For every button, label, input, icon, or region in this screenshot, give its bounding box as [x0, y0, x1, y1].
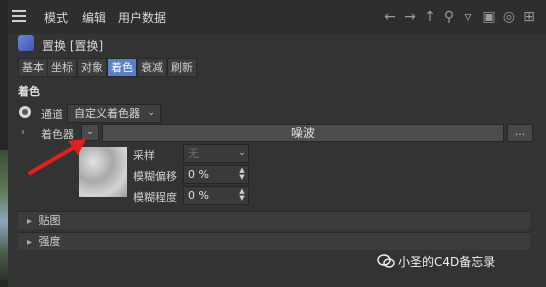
sampling-dropdown[interactable]: 无 ⌄ — [183, 144, 249, 163]
expand-icon: ▸ — [27, 237, 33, 248]
target-icon[interactable]: ◎ — [500, 8, 518, 26]
channel-label: 通道 — [41, 108, 63, 121]
lock-icon[interactable]: ▣ — [480, 8, 498, 26]
blur-offset-label: 模糊偏移 — [133, 170, 177, 183]
stepper-icon[interactable]: ▲ ▼ — [237, 188, 247, 203]
section-title: 着色 — [18, 85, 40, 98]
group-strength-label: 强度 — [38, 235, 61, 248]
group-map[interactable]: ▸ 贴图 — [18, 211, 530, 229]
stepper-icon[interactable]: ▲ ▼ — [237, 167, 247, 182]
menu-mode[interactable]: 模式 — [44, 9, 68, 26]
tab-falloff[interactable]: 衰减 — [137, 58, 167, 77]
search-icon[interactable]: ⚲ — [440, 8, 458, 26]
displacer-object-icon — [18, 35, 34, 51]
hamburger-menu-icon[interactable] — [12, 10, 26, 22]
tab-object[interactable]: 对象 — [77, 58, 107, 77]
arrow-up-icon[interactable]: ↑ — [421, 8, 439, 26]
blur-offset-value: 0 % — [188, 168, 209, 181]
viewport-image — [0, 150, 8, 280]
object-name: 置换 [置换] — [42, 39, 104, 53]
arrow-right-icon[interactable]: → — [401, 8, 419, 26]
tab-shading[interactable]: 着色 — [107, 58, 137, 77]
viewport-strip — [0, 0, 8, 287]
sampling-label: 采样 — [133, 149, 155, 162]
channel-dropdown[interactable]: 自定义着色器 ⌄ — [67, 104, 161, 123]
sampling-value: 无 — [188, 147, 199, 160]
menu-edit[interactable]: 编辑 — [82, 9, 106, 26]
expand-icon: ▸ — [27, 216, 33, 227]
channel-radio[interactable] — [19, 106, 31, 118]
annotation-arrow — [28, 139, 86, 175]
menu-userdata[interactable]: 用户数据 — [118, 9, 166, 26]
channel-value: 自定义着色器 — [74, 107, 140, 120]
shader-name-button[interactable]: 噪波 — [102, 124, 504, 142]
group-map-label: 贴图 — [38, 214, 61, 227]
tab-refresh[interactable]: 刷新 — [167, 58, 197, 77]
blur-scale-value: 0 % — [188, 189, 209, 202]
blur-scale-input[interactable]: 0 % ▲ ▼ — [183, 186, 249, 205]
new-window-icon[interactable]: ⊞ — [520, 8, 538, 26]
watermark: 小圣的C4D备忘录 — [398, 255, 496, 269]
wechat-icon — [377, 254, 395, 268]
group-strength[interactable]: ▸ 强度 — [18, 232, 530, 250]
shader-more-button[interactable]: ... — [507, 124, 533, 142]
blur-offset-input[interactable]: 0 % ▲ ▼ — [183, 165, 249, 184]
blur-scale-label: 模糊程度 — [133, 191, 177, 204]
chevron-down-icon: ⌄ — [238, 148, 246, 158]
tab-coordinates[interactable]: 坐标 — [47, 58, 77, 77]
arrow-left-icon[interactable]: ← — [381, 8, 399, 26]
shader-expand-icon[interactable]: › — [21, 127, 25, 138]
filter-icon[interactable]: ▿ — [459, 8, 477, 26]
chevron-down-icon: ⌄ — [147, 108, 155, 118]
tab-basic[interactable]: 基本 — [18, 58, 48, 77]
